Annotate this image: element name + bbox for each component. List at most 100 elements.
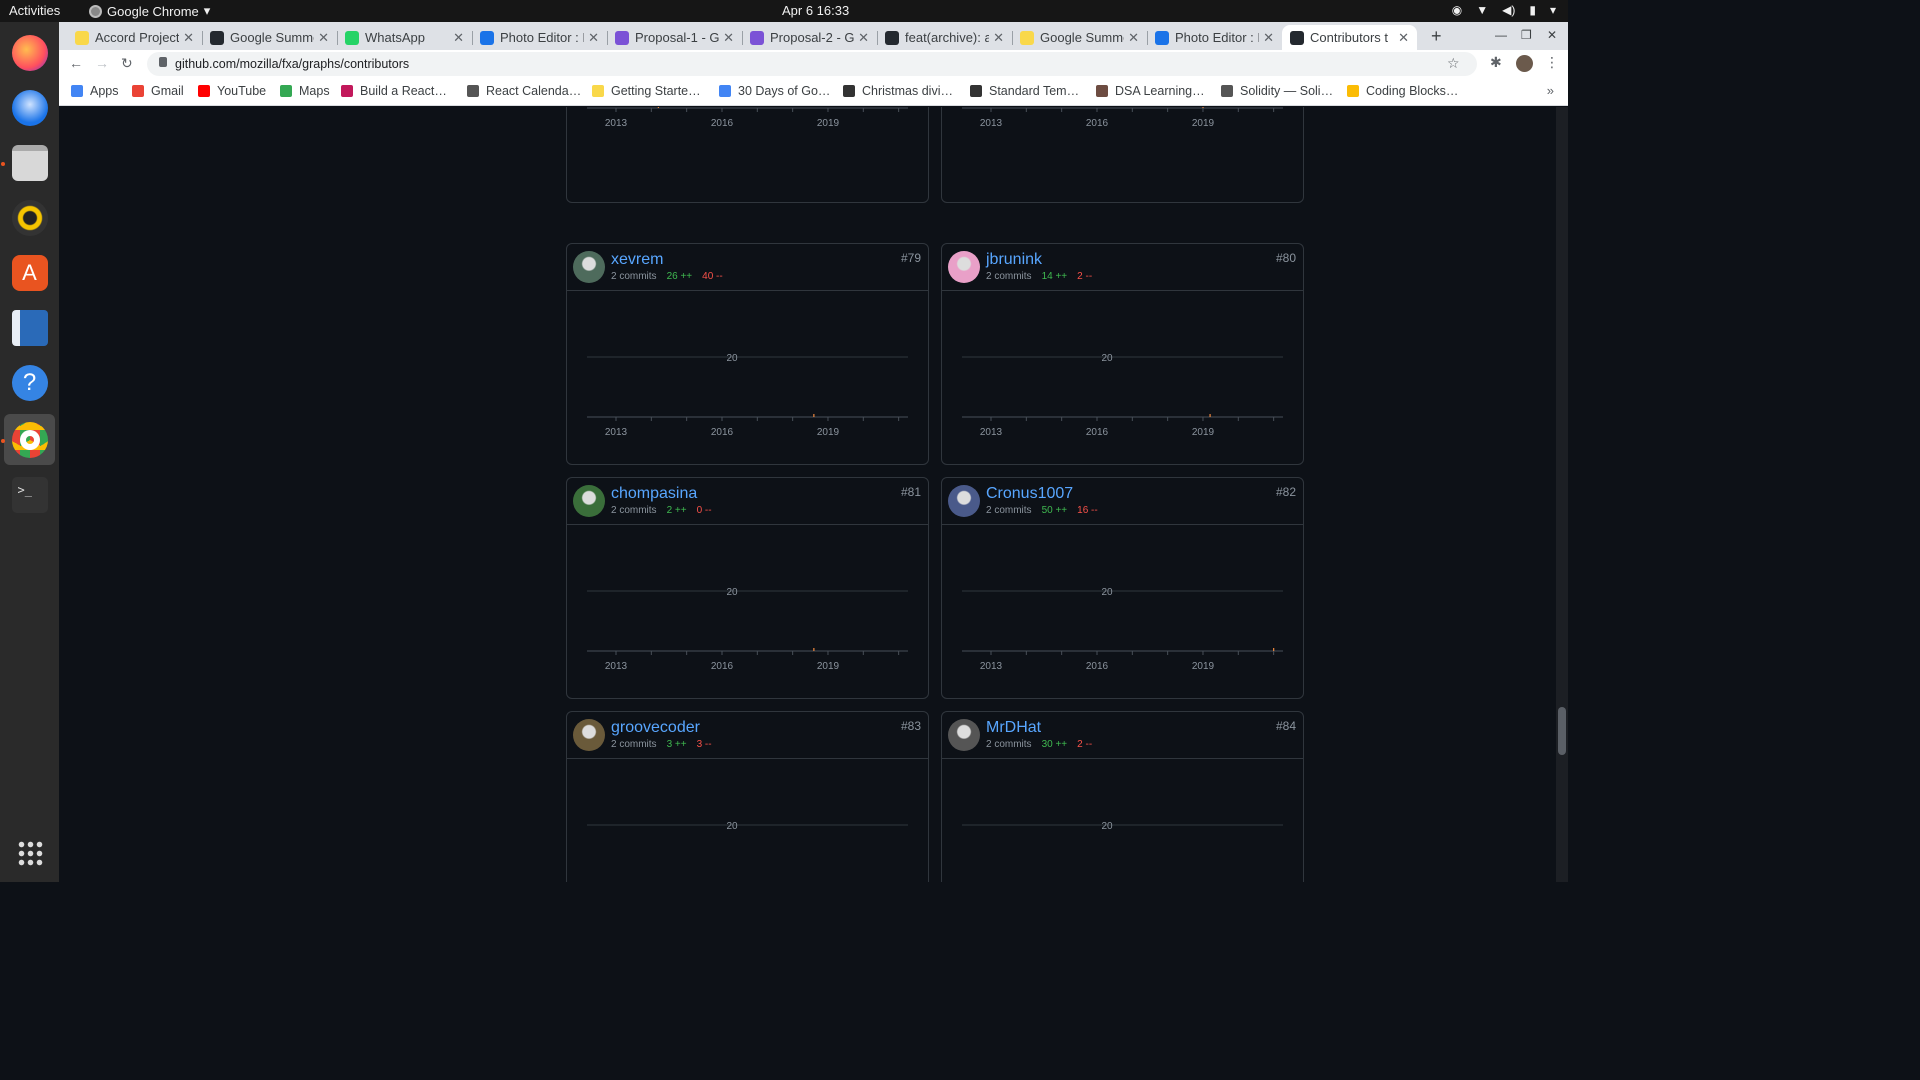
- commit-count[interactable]: 2 commits: [986, 505, 1032, 516]
- contributor-rank: #80: [1275, 251, 1296, 265]
- contribution-chart: 20201320162019: [587, 821, 908, 832]
- scrollbar-thumb[interactable]: [1558, 707, 1566, 755]
- contributor-username-link[interactable]: MrDHat: [986, 719, 1041, 737]
- deletions-count: 2 --: [1077, 271, 1093, 282]
- dock-software[interactable]: A: [4, 247, 55, 298]
- bookmark-12[interactable]: Coding Blocks…: [1347, 84, 1458, 98]
- profile-avatar[interactable]: [1516, 55, 1533, 72]
- dock-terminal[interactable]: >_: [4, 469, 55, 520]
- avatar[interactable]: [573, 251, 605, 283]
- tab-close-icon[interactable]: ✕: [318, 30, 329, 46]
- more-bookmarks-chevron-icon[interactable]: »: [1547, 83, 1554, 98]
- clock[interactable]: Apr 6 16:33: [782, 3, 849, 18]
- avatar[interactable]: [948, 719, 980, 751]
- forward-button[interactable]: →: [95, 55, 109, 71]
- new-tab-button[interactable]: +: [1431, 26, 1442, 47]
- tab-title: Google Summer: [1040, 30, 1124, 45]
- bookmark-7[interactable]: 30 Days of Go…: [719, 84, 830, 98]
- tab-close-icon[interactable]: ✕: [1398, 30, 1409, 46]
- bookmark-8[interactable]: Christmas divi…: [843, 84, 953, 98]
- dock-files[interactable]: [4, 137, 55, 188]
- bookmark-icon: [1096, 85, 1108, 97]
- commit-count[interactable]: 2 commits: [611, 739, 657, 750]
- additions-count: 2 ++: [666, 505, 687, 516]
- bookmark-0[interactable]: Apps: [71, 84, 119, 98]
- tab-close-icon[interactable]: ✕: [858, 30, 869, 46]
- commit-count[interactable]: 2 commits: [986, 739, 1032, 750]
- chrome-icon: [11, 421, 48, 458]
- tab-close-icon[interactable]: ✕: [723, 30, 734, 46]
- avatar[interactable]: [573, 485, 605, 517]
- tab-close-icon[interactable]: ✕: [183, 30, 194, 46]
- tab-8[interactable]: Photo Editor : I ✕: [1147, 25, 1282, 50]
- bookmark-star-icon[interactable]: ☆: [1447, 55, 1460, 72]
- bookmark-5[interactable]: React Calenda…: [467, 84, 581, 98]
- bookmark-3[interactable]: Maps: [280, 84, 330, 98]
- x-tick-label: 2013: [605, 427, 628, 438]
- terminal-icon: >_: [11, 476, 48, 513]
- tab-close-icon[interactable]: ✕: [1263, 30, 1274, 46]
- contributor-username-link[interactable]: groovecoder: [611, 719, 700, 737]
- contributor-username-link[interactable]: chompasina: [611, 485, 697, 503]
- extensions-icon[interactable]: ✱: [1490, 54, 1502, 71]
- bookmark-1[interactable]: Gmail: [132, 84, 184, 98]
- tab-close-icon[interactable]: ✕: [1128, 30, 1139, 46]
- avatar[interactable]: [948, 251, 980, 283]
- dock-thunderbird[interactable]: [4, 82, 55, 133]
- tab-title: Proposal-1 - Go: [635, 30, 720, 45]
- dock-chrome[interactable]: [4, 414, 55, 465]
- dock-rhythmbox[interactable]: [4, 192, 55, 243]
- maximize-button[interactable]: ❐: [1521, 28, 1532, 42]
- bookmark-9[interactable]: Standard Tem…: [970, 84, 1079, 98]
- bookmark-11[interactable]: Solidity — Soli…: [1221, 84, 1333, 98]
- tab-4[interactable]: Proposal-1 - Go ✕: [607, 25, 742, 50]
- avatar[interactable]: [573, 719, 605, 751]
- bookmark-6[interactable]: Getting Starte…: [592, 84, 701, 98]
- dock-firefox[interactable]: [4, 27, 55, 78]
- contribution-chart: 20201320162019: [962, 587, 1283, 672]
- bookmark-10[interactable]: DSA Learning…: [1096, 84, 1205, 98]
- tab-2[interactable]: WhatsApp ✕: [337, 25, 472, 50]
- tab-close-icon[interactable]: ✕: [993, 30, 1004, 46]
- tab-5[interactable]: Proposal-2 - Go ✕: [742, 25, 877, 50]
- tab-0[interactable]: Accord Project ✕: [67, 25, 202, 50]
- chrome-app-icon: [89, 4, 102, 18]
- commit-count[interactable]: 2 commits: [611, 271, 657, 282]
- tab-title: Photo Editor : I: [500, 30, 585, 45]
- close-window-button[interactable]: ✕: [1547, 28, 1557, 42]
- bookmark-4[interactable]: Build a React…: [341, 84, 447, 98]
- tab-close-icon[interactable]: ✕: [588, 30, 599, 46]
- dock-help[interactable]: ?: [4, 357, 55, 408]
- dock-writer[interactable]: [4, 302, 55, 353]
- contributor-username-link[interactable]: Cronus1007: [986, 485, 1073, 503]
- tab-separator: [202, 31, 203, 45]
- commit-count[interactable]: 2 commits: [611, 505, 657, 516]
- tab-9[interactable]: Contributors t ✕: [1282, 25, 1417, 50]
- lock-icon[interactable]: [159, 57, 167, 67]
- commit-count[interactable]: 2 commits: [986, 271, 1032, 282]
- address-bar[interactable]: github.com/mozilla/fxa/graphs/contributo…: [147, 52, 1477, 76]
- scrollbar[interactable]: [1556, 107, 1568, 882]
- tab-6[interactable]: feat(archive): a ✕: [877, 25, 1012, 50]
- reload-button[interactable]: ↻: [121, 55, 133, 72]
- minimize-button[interactable]: —: [1495, 28, 1507, 42]
- menu-kebab-icon[interactable]: ⋮: [1545, 54, 1559, 71]
- tab-3[interactable]: Photo Editor : I ✕: [472, 25, 607, 50]
- y-tick-label: 20: [726, 353, 738, 364]
- bookmark-2[interactable]: YouTube: [198, 84, 266, 98]
- chrome-tray-icon[interactable]: ◉: [1452, 3, 1462, 17]
- app-menu[interactable]: Google Chrome ▾: [89, 3, 210, 19]
- thunderbird-icon: [11, 89, 48, 126]
- tab-7[interactable]: Google Summer ✕: [1012, 25, 1147, 50]
- show-apps-button[interactable]: [4, 827, 55, 878]
- tab-1[interactable]: Google Summer ✕: [202, 25, 337, 50]
- system-tray[interactable]: ◉ ▼ ◀) ▮ ▾: [1452, 3, 1556, 17]
- contributor-username-link[interactable]: xevrem: [611, 251, 663, 269]
- back-button[interactable]: ←: [69, 55, 83, 71]
- tab-close-icon[interactable]: ✕: [453, 30, 464, 46]
- contributor-username-link[interactable]: jbrunink: [986, 251, 1042, 269]
- bookmark-icon: [719, 85, 731, 97]
- avatar[interactable]: [948, 485, 980, 517]
- activities-button[interactable]: Activities: [9, 3, 60, 18]
- contributor-card: MrDHat 2 commits 30 ++ 2 -- #84 20 2013 2016 201…: [941, 711, 1304, 882]
